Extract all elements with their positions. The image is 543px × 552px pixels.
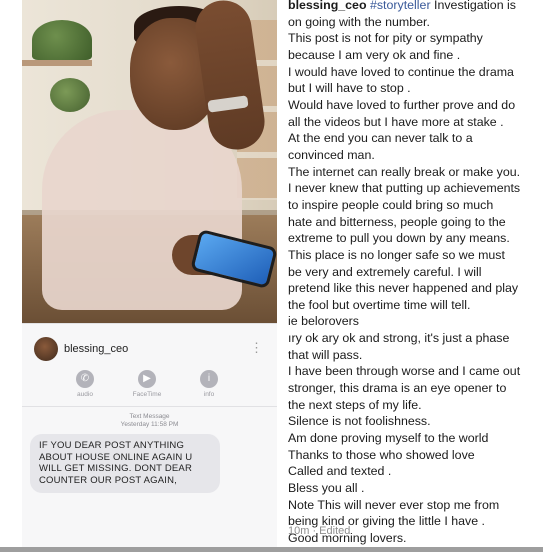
- caption-line: Am done proving myself to the world: [288, 431, 489, 446]
- caption-line: This place is no longer safe so we must: [288, 247, 505, 262]
- caption-line: hate and bitterness, people going to the: [288, 214, 506, 229]
- message-time: Yesterday 11:58 PM: [120, 421, 179, 428]
- caption-line: Silence is not foolishness.: [288, 414, 431, 429]
- caption-line: Note This will never ever stop me from: [288, 497, 500, 512]
- caption-line: At the end you can never talk to a: [288, 131, 473, 146]
- info-icon: i: [200, 370, 218, 388]
- wall-shelf: [22, 60, 92, 66]
- post-timestamp: 10m · Edited: [288, 525, 351, 537]
- caption-line: Bless you all .: [288, 481, 365, 496]
- caption-line: all the videos but I have more at stake …: [288, 114, 504, 129]
- caption-line: but I will have to stop .: [288, 81, 411, 96]
- caption-body: on going with the number. This post is no…: [288, 14, 540, 547]
- caption-line: Thanks to those who showed love: [288, 447, 475, 462]
- audio-label: audio: [77, 391, 93, 398]
- caption-line: pretend like this never happened and pla…: [288, 281, 519, 296]
- caption-head-text: Investigation is: [430, 0, 516, 12]
- facetime-button[interactable]: ▶ FaceTime: [124, 370, 170, 400]
- vertical-ellipsis-icon[interactable]: ⋮: [250, 341, 263, 355]
- caption-line: stronger, this drama is an eye opener to: [288, 381, 507, 396]
- contact-name[interactable]: blessing_ceo: [64, 343, 128, 355]
- caption-line: I have been through worse and I came out: [288, 364, 521, 379]
- avatar[interactable]: [34, 337, 58, 361]
- caption-line: convinced man.: [288, 147, 375, 162]
- caption-line: extreme to pull you down by any means.: [288, 231, 510, 246]
- phone-icon: ✆: [76, 370, 94, 388]
- caption-line: the fool but overtime time will tell.: [288, 297, 471, 312]
- message-type: Text Message: [129, 413, 170, 420]
- contact-header: blessing_ceo ⋮: [22, 330, 277, 368]
- message-screenshot: blessing_ceo ⋮ ✆ audio ▶ FaceTime i info…: [22, 323, 277, 548]
- hashtag-link[interactable]: #storyteller: [370, 0, 431, 12]
- message-bubble: IF YOU DEAR POST ANYTHING ABOUT HOUSE ON…: [30, 434, 220, 493]
- contact-actions: ✆ audio ▶ FaceTime i info: [62, 370, 232, 400]
- caption-line: I would have loved to continue the drama: [288, 64, 514, 79]
- caption-line: ie belorovers: [288, 314, 359, 329]
- facetime-label: FaceTime: [132, 391, 162, 398]
- caption-line: Would have loved to further prove and do: [288, 97, 516, 112]
- username-link[interactable]: blessing_ceo: [288, 0, 367, 12]
- caption-line: ıry ok ary ok and strong, it's just a ph…: [288, 331, 510, 346]
- caption-line: that will pass.: [288, 347, 363, 362]
- post-caption: blessing_ceo #storyteller Investigation …: [288, 0, 540, 545]
- caption-line: I never knew that putting up achievement…: [288, 181, 521, 196]
- caption-line: Called and texted .: [288, 464, 392, 479]
- caption-header: blessing_ceo #storyteller Investigation …: [288, 0, 540, 14]
- caption-line: because I am very ok and fine .: [288, 47, 461, 62]
- audio-call-button[interactable]: ✆ audio: [62, 370, 108, 400]
- post-photo: [22, 0, 277, 323]
- info-label: info: [203, 391, 215, 398]
- caption-line: the next steps of my life.: [288, 397, 422, 412]
- caption-line: The internet can really break or make yo…: [288, 164, 521, 179]
- potted-plant: [32, 20, 92, 60]
- caption-line: This post is not for pity or sympathy: [288, 31, 483, 46]
- bottom-bar: [0, 547, 543, 552]
- potted-plant-small: [50, 78, 90, 112]
- caption-line: to inspire people could bring so much: [288, 197, 494, 212]
- info-button[interactable]: i info: [186, 370, 232, 400]
- message-timestamp: Text Message Yesterday 11:58 PM: [22, 413, 277, 429]
- blouse: [42, 110, 242, 310]
- video-camera-icon: ▶: [138, 370, 156, 388]
- divider: [22, 406, 277, 407]
- caption-line: on going with the number.: [288, 14, 430, 29]
- caption-line: be very and extremely careful. I will: [288, 264, 482, 279]
